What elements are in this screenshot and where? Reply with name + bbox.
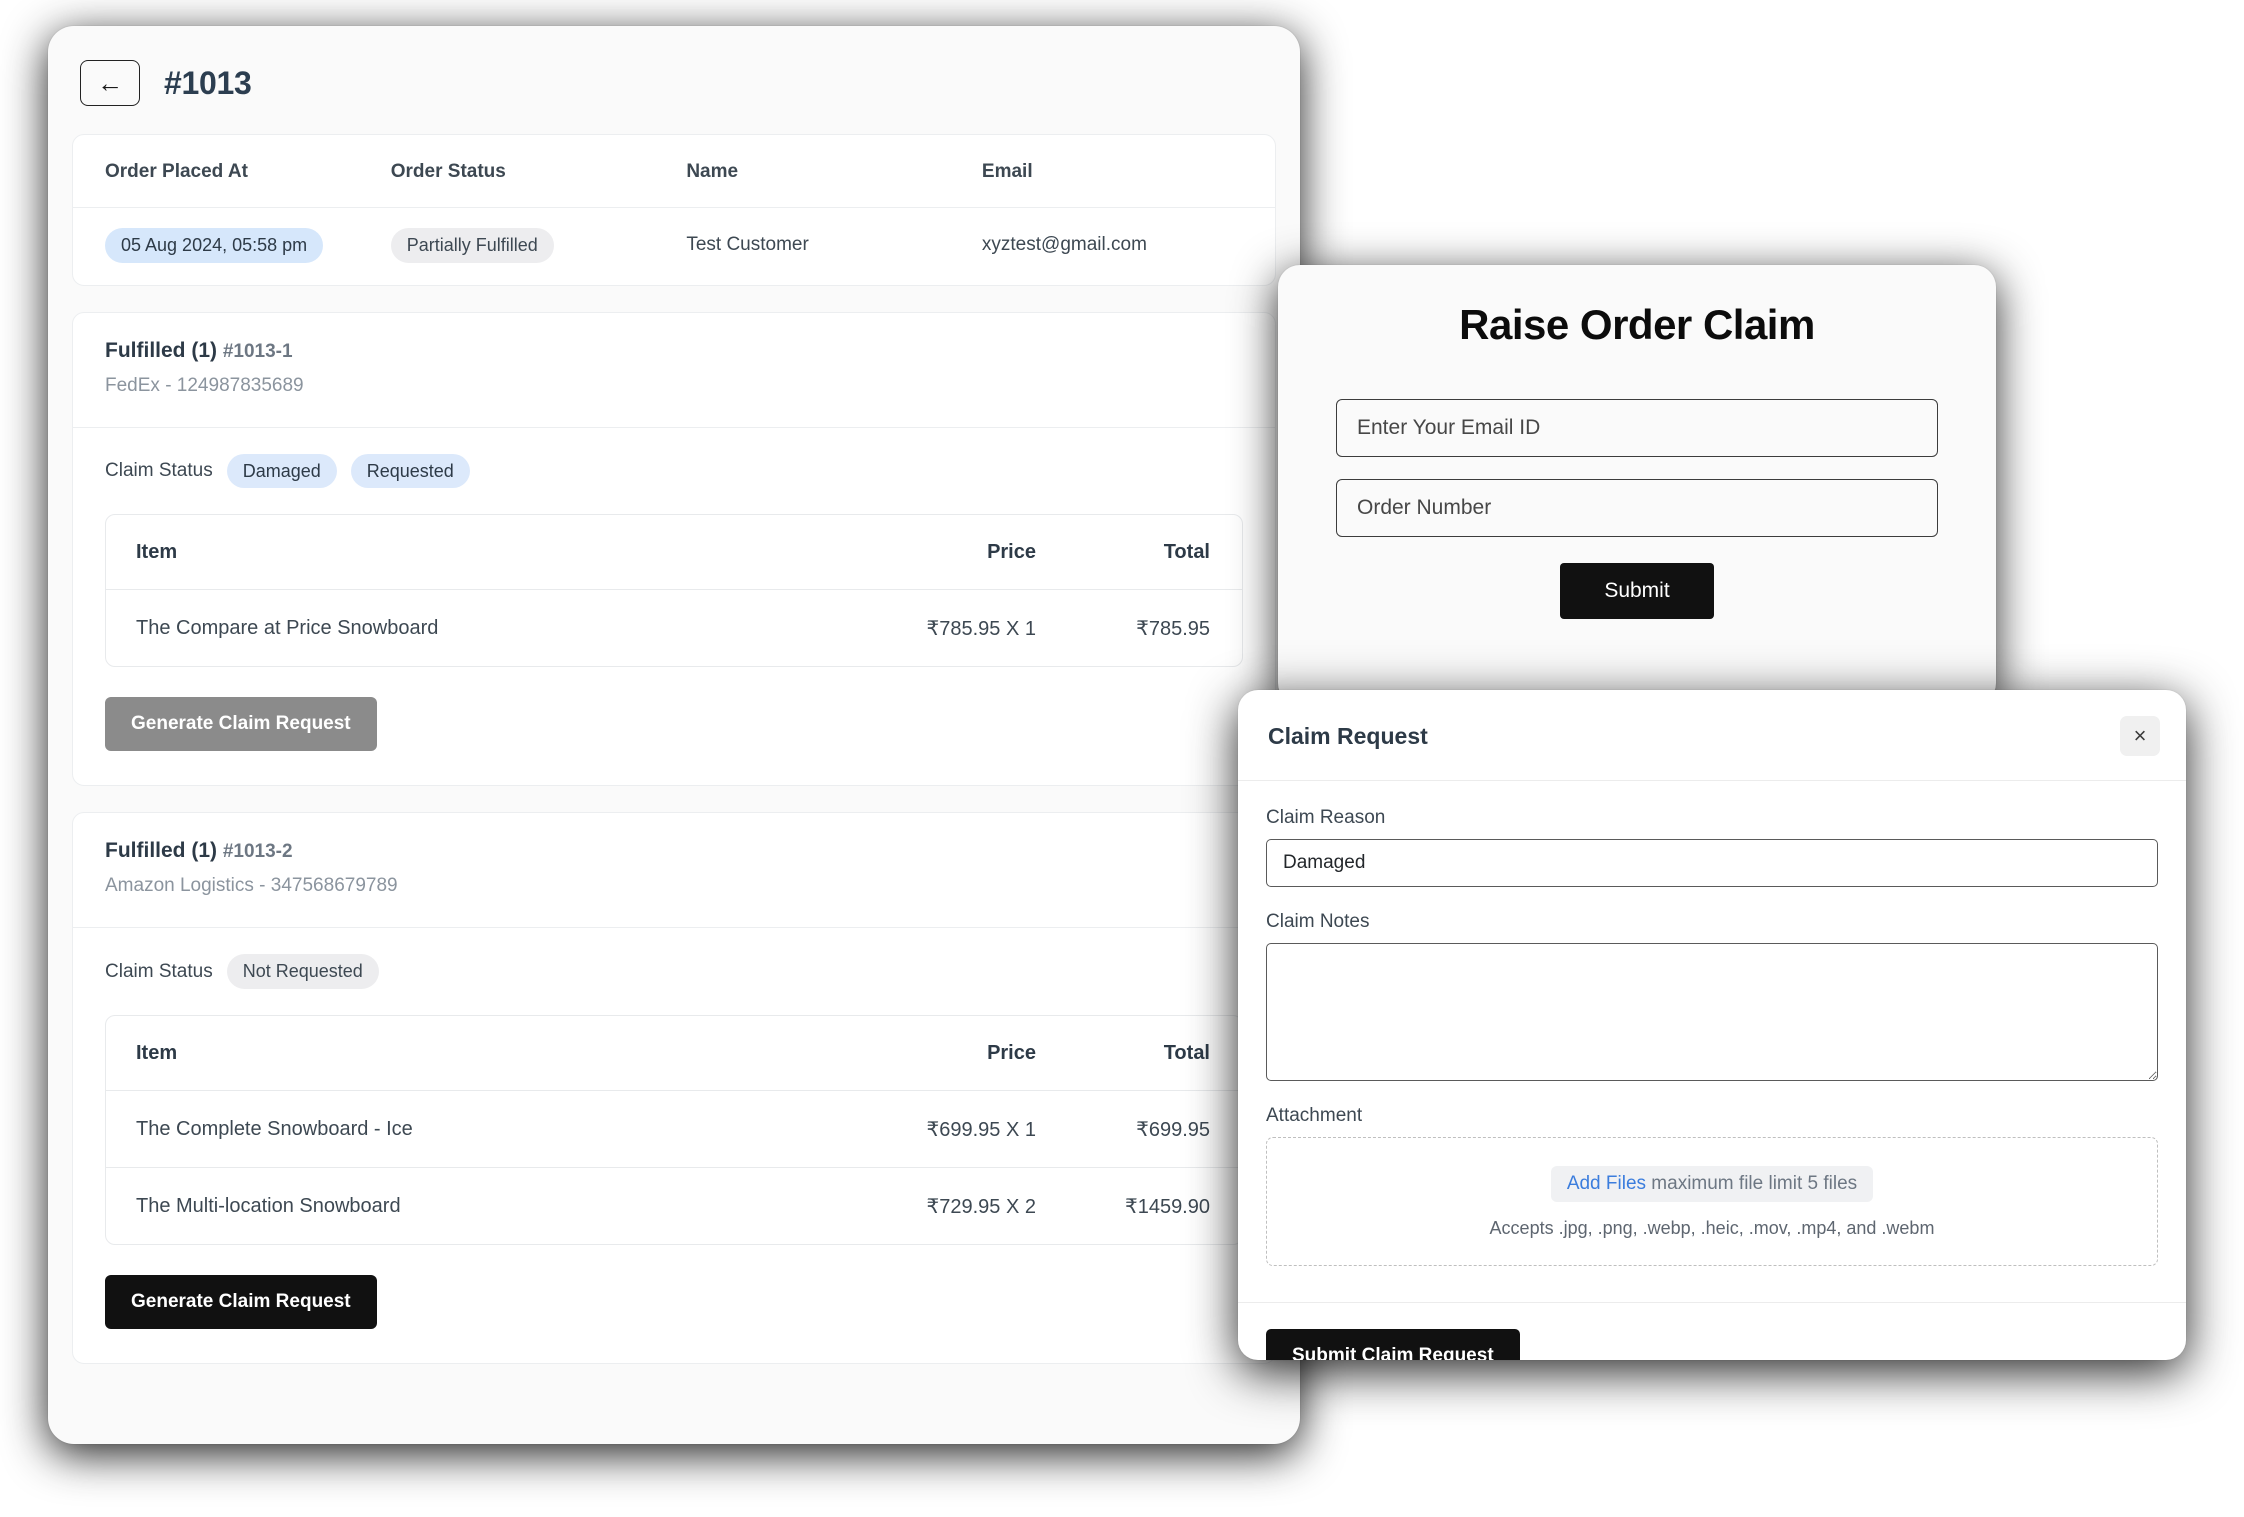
claim-status-label-1: Claim Status	[105, 460, 213, 482]
fulfillment-block-1: Fulfilled (1) #1013-1 FedEx - 1249878356…	[72, 311, 1276, 787]
claim-badge-requested: Requested	[350, 453, 470, 489]
file-limit-text: maximum file limit 5 files	[1646, 1173, 1858, 1194]
fulfillment-2-carrier: Amazon Logistics - 347568679789	[105, 875, 398, 897]
claim-reason-label: Claim Reason	[1266, 807, 1386, 828]
order-detail-card: ← #1013 Order Placed At Order Status Nam…	[48, 26, 1300, 1444]
generate-claim-request-button-1[interactable]: Generate Claim Request	[105, 697, 377, 752]
order-info-header-row: Order Placed At Order Status Name Email	[73, 135, 1275, 208]
item-table-header-row: Item Price Total	[106, 1016, 1242, 1092]
cell-customer-name: Test Customer	[686, 234, 809, 256]
fulfillment-1-carrier: FedEx - 124987835689	[105, 374, 304, 396]
col-header-total: Total	[1163, 1042, 1210, 1065]
col-header-order-status: Order Status	[390, 161, 506, 182]
item-total: ₹699.95	[1136, 1119, 1210, 1142]
order-number-field[interactable]	[1336, 479, 1938, 537]
submit-claim-request-button[interactable]: Submit Claim Request	[1266, 1329, 1520, 1360]
table-row: The Multi-location Snowboard ₹729.95 X 2…	[106, 1167, 1242, 1244]
item-total: ₹785.95	[1136, 618, 1210, 641]
claim-badge-damaged: Damaged	[226, 453, 337, 489]
fulfillment-2-claim-status: Claim Status Not Requested	[73, 928, 1275, 997]
screen-root: ← #1013 Order Placed At Order Status Nam…	[0, 0, 2244, 1517]
close-icon[interactable]: ×	[2120, 716, 2160, 756]
col-header-item: Item	[136, 1042, 178, 1065]
claim-notes-label: Claim Notes	[1266, 911, 1370, 932]
page-title: #1013	[164, 64, 252, 101]
col-header-name: Name	[686, 161, 739, 182]
item-name: The Complete Snowboard - Ice	[136, 1118, 413, 1141]
fulfillment-1-title: Fulfilled (1) #1013-1	[105, 339, 1243, 363]
claim-request-body: Claim Reason Claim Notes Attachment Add …	[1238, 781, 2186, 1276]
col-header-price: Price	[987, 541, 1036, 564]
order-placed-badge: 05 Aug 2024, 05:58 pm	[105, 228, 324, 263]
back-arrow-glyph: ←	[97, 68, 123, 98]
cell-customer-email: xyztest@gmail.com	[981, 234, 1147, 256]
col-header-total: Total	[1163, 541, 1210, 564]
col-header-order-placed-at: Order Placed At	[105, 161, 248, 182]
cell-order-placed-at: 05 Aug 2024, 05:58 pm	[73, 228, 359, 263]
cell-order-status: Partially Fulfilled	[359, 228, 655, 263]
col-header-email: Email	[981, 161, 1033, 182]
attachment-label: Attachment	[1266, 1105, 1363, 1126]
item-table-header-row: Item Price Total	[106, 515, 1242, 591]
claim-request-title: Claim Request	[1268, 722, 1428, 749]
submit-button[interactable]: Submit	[1560, 563, 1714, 619]
item-price: ₹785.95 X 1	[926, 618, 1036, 641]
item-name: The Multi-location Snowboard	[136, 1195, 401, 1218]
item-name: The Compare at Price Snowboard	[136, 617, 439, 640]
order-info-table: Order Placed At Order Status Name Email …	[72, 134, 1276, 286]
claim-request-header: Claim Request ×	[1238, 690, 2186, 781]
raise-order-claim-modal: Raise Order Claim Submit	[1278, 265, 1996, 705]
item-price: ₹699.95 X 1	[926, 1119, 1036, 1142]
claim-status-label-2: Claim Status	[105, 960, 213, 982]
claim-request-footer: Submit Claim Request	[1238, 1302, 2186, 1360]
generate-claim-request-button-2[interactable]: Generate Claim Request	[105, 1275, 377, 1330]
fulfillment-2-title: Fulfilled (1) #1013-2	[105, 839, 1243, 863]
fulfillment-1-claim-status: Claim Status Damaged Requested	[73, 428, 1275, 497]
fulfillment-2-number: #1013-2	[222, 841, 293, 863]
col-header-item: Item	[136, 541, 178, 564]
accepted-formats-text: Accepts .jpg, .png, .webp, .heic, .mov, …	[1489, 1218, 1935, 1238]
claim-reason-input[interactable]	[1266, 839, 2158, 887]
add-files-link[interactable]: Add Files	[1567, 1173, 1646, 1194]
claim-request-panel: Claim Request × Claim Reason Claim Notes…	[1238, 690, 2186, 1360]
item-price: ₹729.95 X 2	[926, 1196, 1036, 1219]
status-badge: Partially Fulfilled	[390, 228, 554, 263]
table-row: The Complete Snowboard - Ice ₹699.95 X 1…	[106, 1091, 1242, 1167]
table-row: The Compare at Price Snowboard ₹785.95 X…	[106, 590, 1242, 666]
order-info-value-row: 05 Aug 2024, 05:58 pm Partially Fulfille…	[73, 208, 1275, 285]
raise-submit-wrap: Submit	[1336, 563, 1938, 619]
fulfillment-1-title-text: Fulfilled (1)	[105, 338, 217, 362]
item-total: ₹1459.90	[1124, 1196, 1210, 1219]
order-header: ← #1013	[48, 26, 1300, 134]
fulfillment-block-2: Fulfilled (1) #1013-2 Amazon Logistics -…	[72, 812, 1276, 1365]
back-arrow-icon[interactable]: ←	[80, 60, 140, 106]
fulfillment-1-number: #1013-1	[222, 340, 293, 362]
add-files-pill[interactable]: Add Files maximum file limit 5 files	[1550, 1166, 1874, 1202]
fulfillment-1-item-table: Item Price Total The Compare at Price Sn…	[105, 514, 1243, 668]
raise-order-claim-title: Raise Order Claim	[1459, 301, 1815, 348]
claim-badge-not-requested: Not Requested	[226, 954, 379, 990]
col-header-price: Price	[987, 1042, 1036, 1065]
fulfillment-2-title-text: Fulfilled (1)	[105, 839, 217, 863]
email-field[interactable]	[1336, 399, 1938, 457]
fulfillment-2-item-table: Item Price Total The Complete Snowboard …	[105, 1015, 1243, 1246]
claim-notes-textarea[interactable]	[1266, 943, 2158, 1081]
attachment-dropzone[interactable]: Add Files maximum file limit 5 files Acc…	[1266, 1137, 2158, 1266]
fulfillment-2-header: Fulfilled (1) #1013-2 Amazon Logistics -…	[73, 813, 1275, 927]
fulfillment-1-header: Fulfilled (1) #1013-1 FedEx - 1249878356…	[73, 313, 1275, 427]
